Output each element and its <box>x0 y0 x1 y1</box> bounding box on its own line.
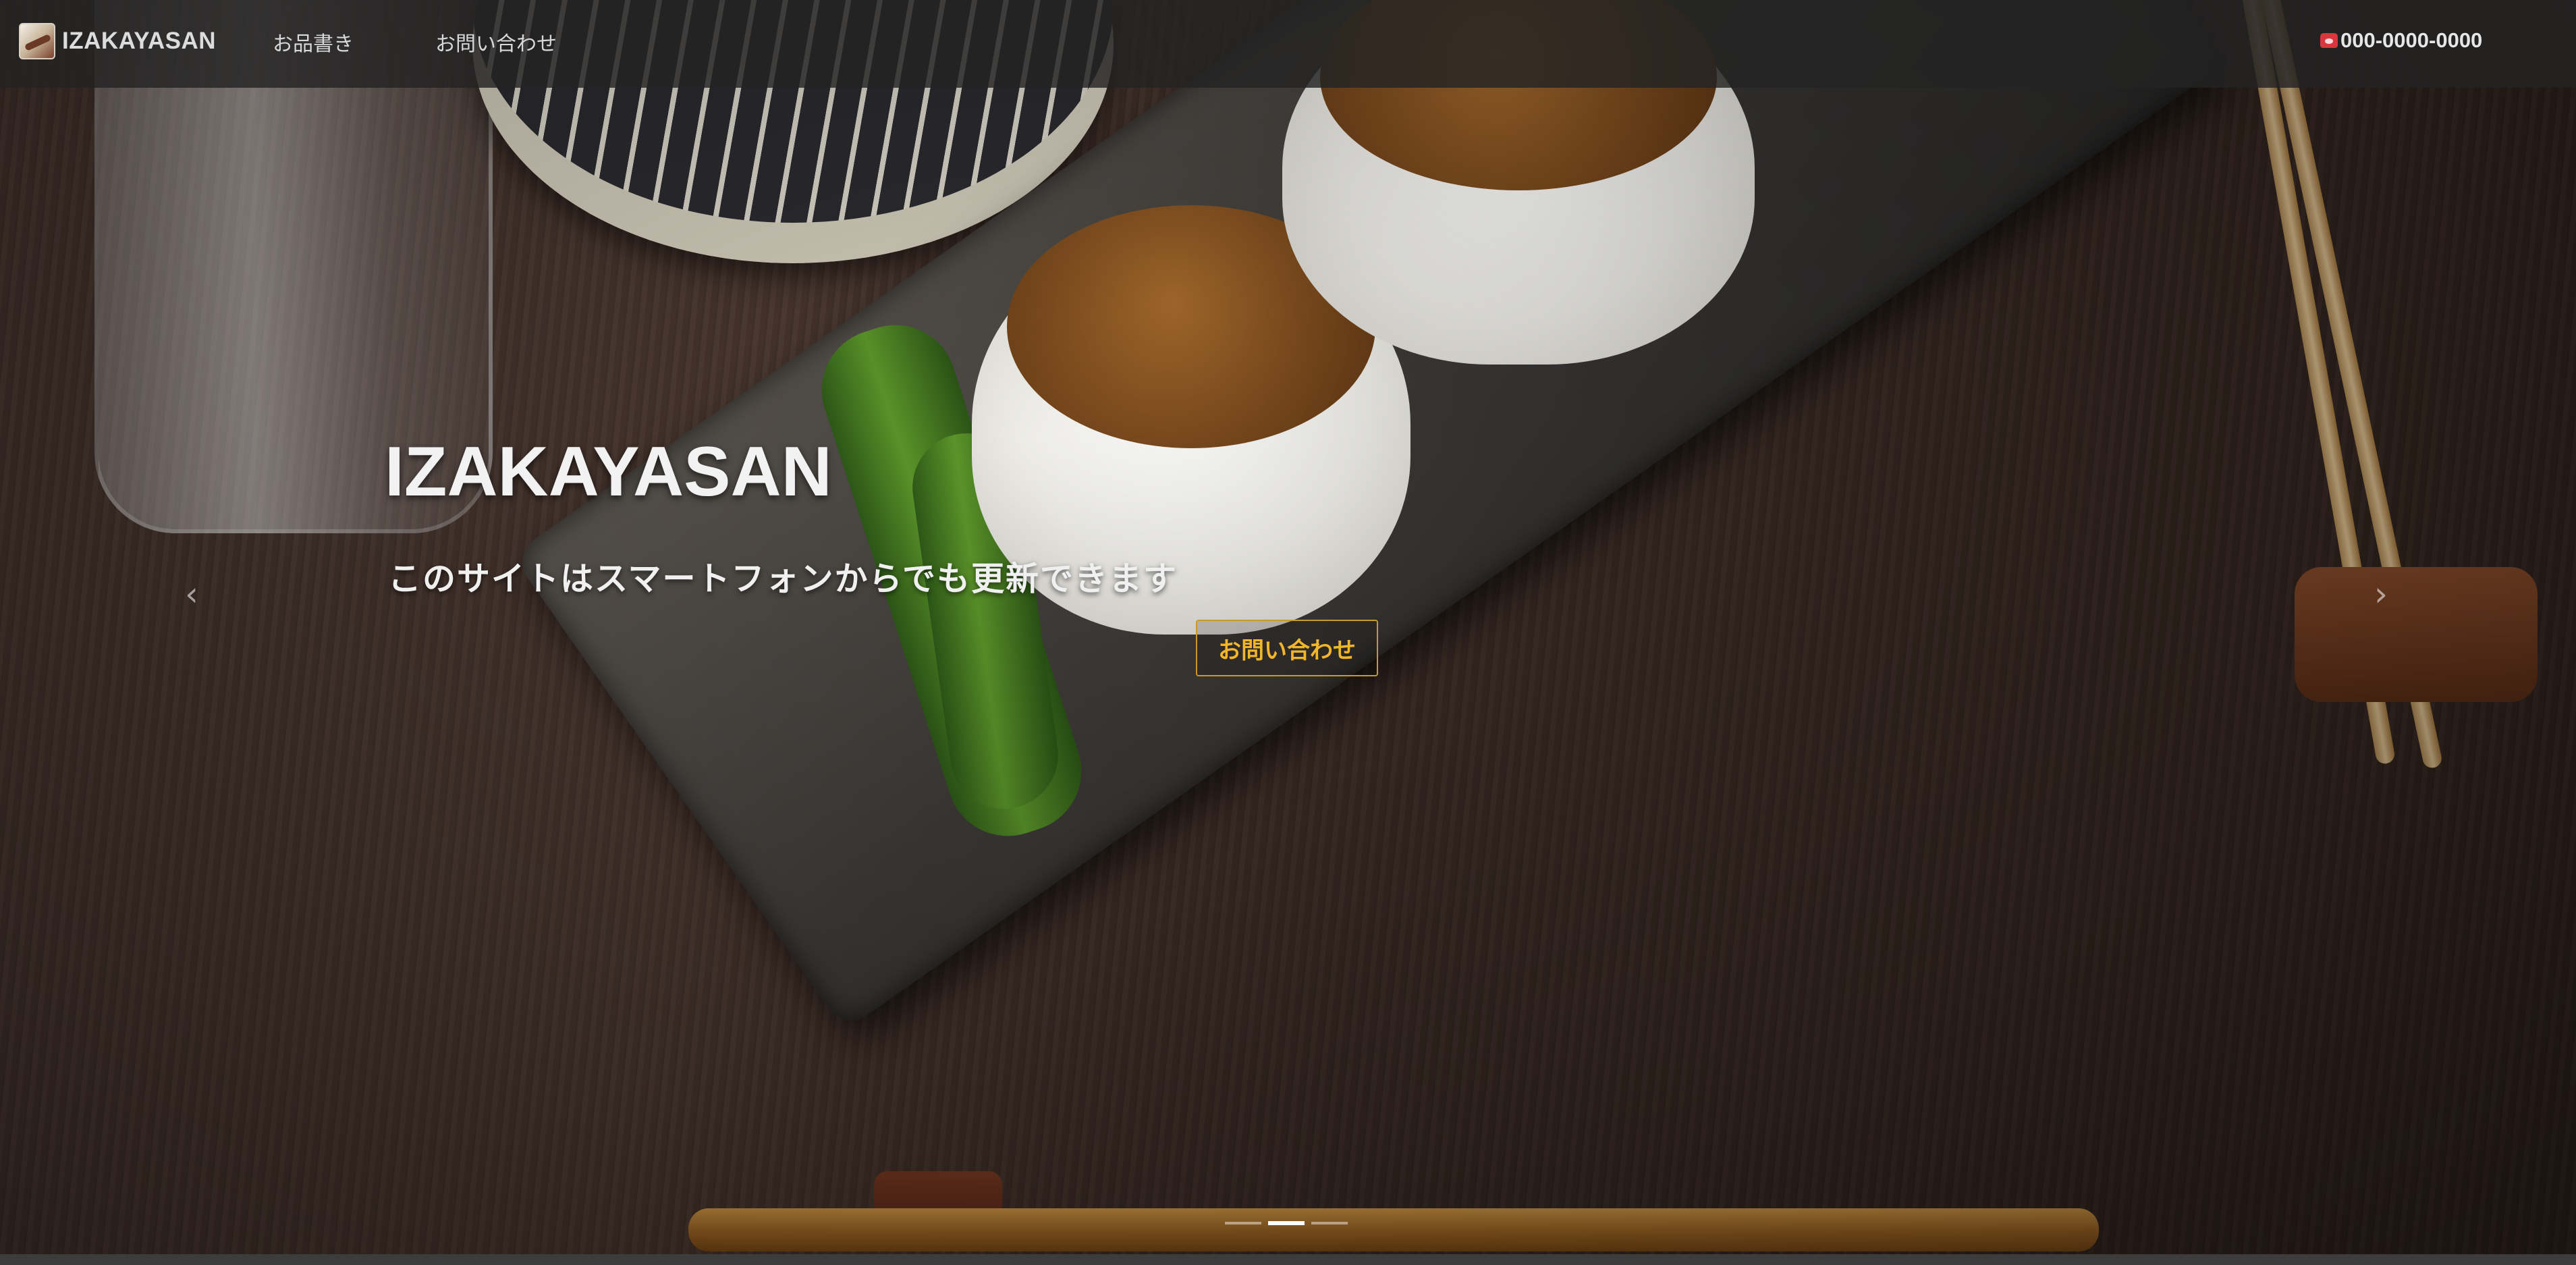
phone-number: 000-0000-0000 <box>2340 28 2483 52</box>
chevron-left-icon[interactable]: ‹ <box>178 574 205 614</box>
page-bottom-bar <box>0 1254 2576 1265</box>
navbar: IZAKAYASAN お品書き お問い合わせ 000-0000-0000 <box>0 0 2576 88</box>
nav-link-contact[interactable]: お問い合わせ <box>435 27 557 57</box>
carousel-indicator-3[interactable] <box>1311 1222 1348 1224</box>
carousel-indicators <box>1225 1221 1348 1225</box>
carousel-indicator-2[interactable] <box>1268 1221 1305 1225</box>
carousel-indicator-1[interactable] <box>1225 1222 1261 1224</box>
brand-name: IZAKAYASAN <box>62 28 217 54</box>
contact-cta-button[interactable]: お問い合わせ <box>1196 620 1378 676</box>
hero-subtitle: このサイトはスマートフォンからでも更新できます <box>388 560 1178 598</box>
phone-link[interactable]: 000-0000-0000 <box>2320 28 2482 53</box>
hero-carousel: IZAKAYASAN このサイトはスマートフォンからでも更新できます お問い合わ… <box>0 0 2576 1254</box>
brand-link[interactable]: IZAKAYASAN <box>19 23 216 59</box>
phone-icon <box>2320 33 2338 48</box>
chevron-right-icon[interactable]: › <box>2367 574 2394 614</box>
nav-link-menu[interactable]: お品書き <box>273 27 354 57</box>
logo-icon <box>19 23 55 59</box>
hero-title: IZAKAYASAN <box>385 433 832 511</box>
